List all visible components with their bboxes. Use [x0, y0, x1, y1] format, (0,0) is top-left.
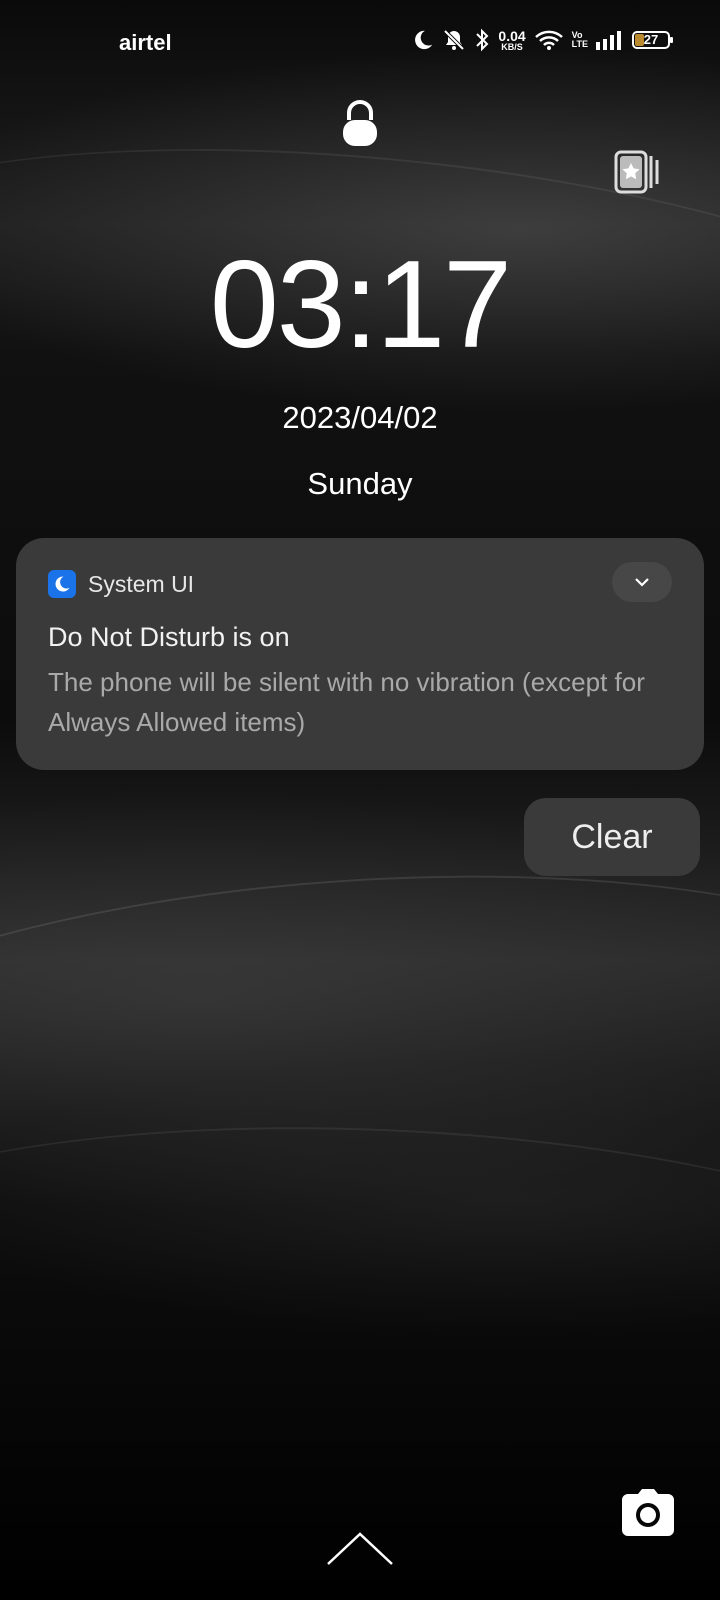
lockscreen-date: 2023/04/02 [282, 400, 438, 435]
network-speed-unit: KB/S [501, 41, 523, 52]
wallpaper-wave [0, 1096, 720, 1546]
bluetooth-icon [474, 28, 490, 52]
notification-card[interactable]: System UI Do Not Disturb is on The phone… [16, 538, 704, 770]
chevron-up-icon[interactable] [326, 1530, 394, 1571]
bell-off-icon [442, 28, 466, 52]
expand-button[interactable] [612, 562, 672, 602]
chevron-down-icon [635, 578, 649, 587]
camera-icon[interactable] [620, 1488, 676, 1543]
battery-icon: 27 [632, 31, 673, 49]
notification-header: System UI [48, 570, 194, 598]
volte-bottom: LTE [571, 39, 588, 49]
moon-icon [412, 29, 434, 51]
volte-indicator: Vo LTE [572, 31, 588, 49]
battery-level: 27 [643, 32, 659, 47]
notification-app-name: System UI [88, 570, 195, 597]
wallpaper-carousel-icon[interactable] [614, 150, 660, 201]
carrier-name: airtel [119, 30, 172, 55]
notification-title: Do Not Disturb is on [48, 622, 290, 652]
network-speed: 0.04 KB/S [498, 29, 525, 52]
signal-icon [596, 30, 624, 50]
wifi-icon [534, 29, 564, 51]
network-speed-value: 0.04 [498, 27, 526, 44]
lock-icon[interactable] [339, 100, 381, 153]
clear-button[interactable]: Clear [524, 798, 700, 876]
lockscreen-clock: 03:17 [209, 236, 512, 374]
status-bar: airtel 0.04 KB/S Vo LTE 27 [0, 22, 720, 68]
lockscreen-day: Sunday [307, 466, 413, 501]
status-icons: 0.04 KB/S Vo LTE 27 [412, 28, 673, 52]
moon-icon [48, 570, 76, 598]
notification-body: The phone will be silent with no vibrati… [48, 667, 645, 737]
